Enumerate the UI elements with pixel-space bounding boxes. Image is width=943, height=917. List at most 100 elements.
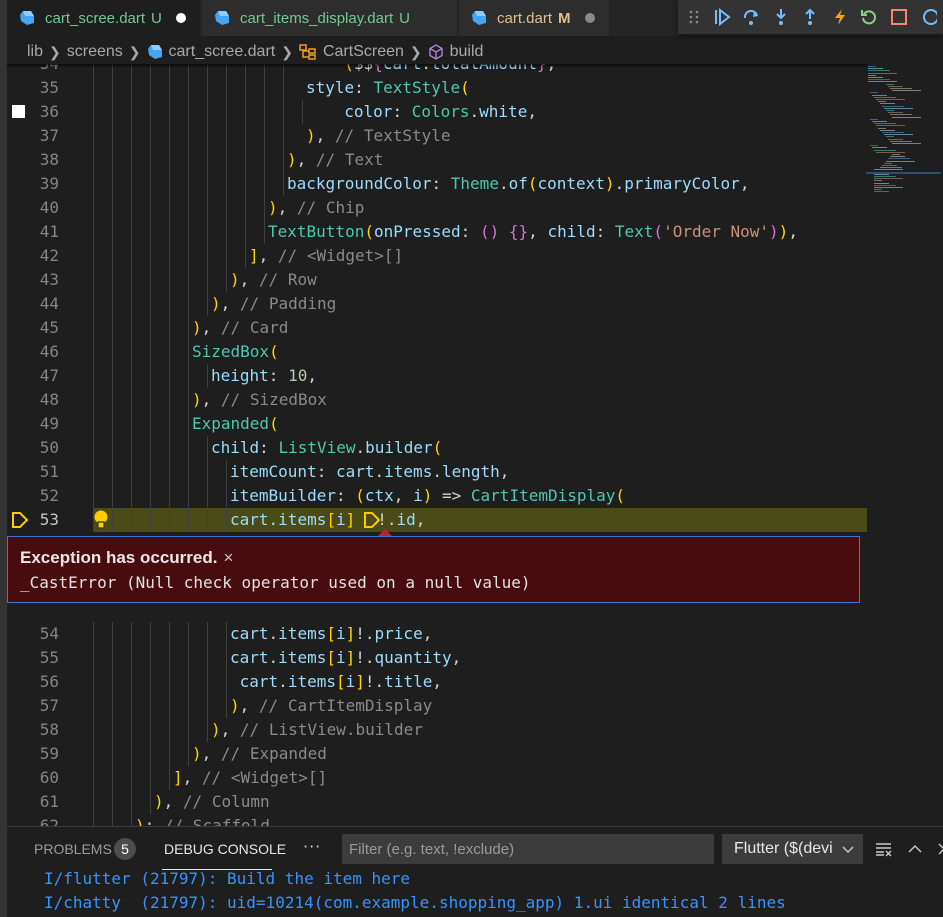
indent-guide <box>188 364 189 388</box>
line-number: 62 <box>39 816 59 826</box>
line-number: 61 <box>39 792 59 811</box>
minimap-line <box>890 114 912 116</box>
tab-cart-scree-dart[interactable]: cart_scree.dart U <box>7 0 200 36</box>
stop-button[interactable] <box>884 3 914 31</box>
indent-guide <box>131 388 132 412</box>
tab-cart-items-display-dart[interactable]: cart_items_display.dart U <box>202 0 457 36</box>
code-line[interactable]: 53 cart.items[i] !.id, <box>7 508 867 532</box>
indent-guide <box>112 172 113 196</box>
breadcrumb-item-lib[interactable]: lib <box>27 43 43 61</box>
code-text: cart.items[i]!.price, <box>230 624 433 643</box>
indent-guide <box>207 76 208 100</box>
devtools-button[interactable] <box>914 3 943 31</box>
debug-session-select[interactable]: Flutter ($(devi <box>722 834 863 864</box>
chevron-right-icon: ❯ <box>281 43 293 60</box>
unsaved-dot-icon[interactable] <box>175 13 186 23</box>
step-out-button[interactable] <box>795 3 825 31</box>
scroll-shadow <box>7 64 867 68</box>
minimap-line <box>886 110 894 111</box>
lightbulb-icon[interactable] <box>93 510 109 537</box>
indent-guide <box>93 460 94 484</box>
minimap-line <box>882 132 904 133</box>
code-text: TextButton(onPressed: () {}, child: Text… <box>268 222 798 241</box>
code-line[interactable]: 42], // <Widget>[] <box>7 244 867 268</box>
breadcrumb-item-file[interactable]: cart_scree.dart <box>169 43 276 61</box>
code-line[interactable]: 40), // Chip <box>7 196 867 220</box>
code-line[interactable]: 50 child: ListView.builder( <box>7 436 867 460</box>
tab-debug-console[interactable]: DEBUG CONSOLE <box>164 841 286 857</box>
code-text: ), // ListView.builder <box>211 720 423 739</box>
chevron-down-icon <box>842 846 854 853</box>
code-line[interactable]: 51 itemCount: cart.items.length, <box>7 460 867 484</box>
drag-grip-icon[interactable] <box>688 7 701 27</box>
maximize-panel-button[interactable] <box>904 838 926 860</box>
indent-guide <box>93 340 94 364</box>
code-line[interactable]: 62); // Scaffold <box>7 814 867 826</box>
code-line[interactable]: 60], // <Widget>[] <box>7 766 867 790</box>
tab-problems[interactable]: PROBLEMS <box>34 841 112 857</box>
exception-pointer <box>378 529 392 536</box>
indent-guide <box>93 172 94 196</box>
code-line[interactable]: 52 itemBuilder: (ctx, i) => CartItemDispl… <box>7 484 867 508</box>
step-into-button[interactable] <box>766 3 796 31</box>
code-line[interactable]: 44), // Padding <box>7 292 867 316</box>
step-over-button[interactable] <box>736 3 766 31</box>
bookmark-marker-icon[interactable] <box>12 105 25 118</box>
minimap-line <box>876 99 905 100</box>
indent-guide <box>188 622 189 646</box>
code-line[interactable]: 41 TextButton(onPressed: () {}, child: Te… <box>7 220 867 244</box>
indent-guide <box>188 292 189 316</box>
minimap[interactable] <box>866 64 941 204</box>
code-line[interactable]: 38), // Text <box>7 148 867 172</box>
code-line[interactable]: 57), // CartItemDisplay <box>7 694 867 718</box>
breadcrumb-item-class[interactable]: CartScreen <box>323 43 404 61</box>
clear-console-button[interactable] <box>873 838 895 860</box>
code-line[interactable]: 59), // Expanded <box>7 742 867 766</box>
code-line[interactable]: 39 backgroundColor: Theme.of(context).pri… <box>7 172 867 196</box>
code-line[interactable]: 48), // SizedBox <box>7 388 867 412</box>
code-line[interactable]: 37), // TextStyle <box>7 124 867 148</box>
indent-guide <box>226 244 227 268</box>
console-filter-input[interactable] <box>342 834 714 864</box>
indent-guide <box>131 268 132 292</box>
code-line[interactable]: 45), // Card <box>7 316 867 340</box>
code-line[interactable]: 43), // Row <box>7 268 867 292</box>
code-line[interactable]: 58 ), // ListView.builder <box>7 718 867 742</box>
indent-guide <box>188 172 189 196</box>
code-line[interactable]: 55 cart.items[i]!.quantity, <box>7 646 867 670</box>
code-text: itemBuilder: (ctx, i) => CartItemDisplay… <box>230 486 626 505</box>
close-icon[interactable]: × <box>223 548 233 567</box>
tab-cart-dart[interactable]: cart.dart M <box>459 0 609 36</box>
code-line[interactable]: 35 style: TextStyle( <box>7 76 867 100</box>
indent-guide <box>93 316 94 340</box>
indent-guide <box>93 646 94 670</box>
code-line[interactable]: 36 color: Colors.white, <box>7 100 867 124</box>
minimap-line <box>874 123 896 125</box>
restart-button[interactable] <box>854 3 884 31</box>
close-panel-button[interactable] <box>933 838 943 860</box>
breadcrumb-item-method[interactable]: build <box>450 43 484 61</box>
indent-guide <box>169 196 170 220</box>
code-line[interactable]: 56 cart.items[i]!.title, <box>7 670 867 694</box>
minimap-line <box>868 66 876 67</box>
unsaved-dot-icon[interactable] <box>584 13 595 23</box>
code-editor[interactable]: 34 ($${cart.totalAmount},35style: TextSt… <box>7 64 943 826</box>
more-actions-icon[interactable]: ··· <box>303 837 321 856</box>
line-number: 38 <box>39 150 59 169</box>
line-number: 58 <box>39 720 59 739</box>
continue-button[interactable] <box>707 3 737 31</box>
indent-guide <box>188 718 189 742</box>
code-line[interactable]: 47 height: 10, <box>7 364 867 388</box>
code-line[interactable]: 49 Expanded( <box>7 412 867 436</box>
indent-guide <box>207 484 208 508</box>
indent-guide <box>131 100 132 124</box>
code-line[interactable]: 54 cart.items[i]!.price, <box>7 622 867 646</box>
git-status-badge: U <box>399 9 410 27</box>
code-line[interactable]: 61), // Column <box>7 790 867 814</box>
debug-stopped-pointer-icon[interactable] <box>11 511 29 536</box>
indent-guide <box>188 340 189 364</box>
hot-reload-button[interactable] <box>825 3 855 31</box>
indent-guide <box>245 76 246 100</box>
code-line[interactable]: 46 SizedBox( <box>7 340 867 364</box>
breadcrumb-item-screens[interactable]: screens <box>67 43 123 61</box>
